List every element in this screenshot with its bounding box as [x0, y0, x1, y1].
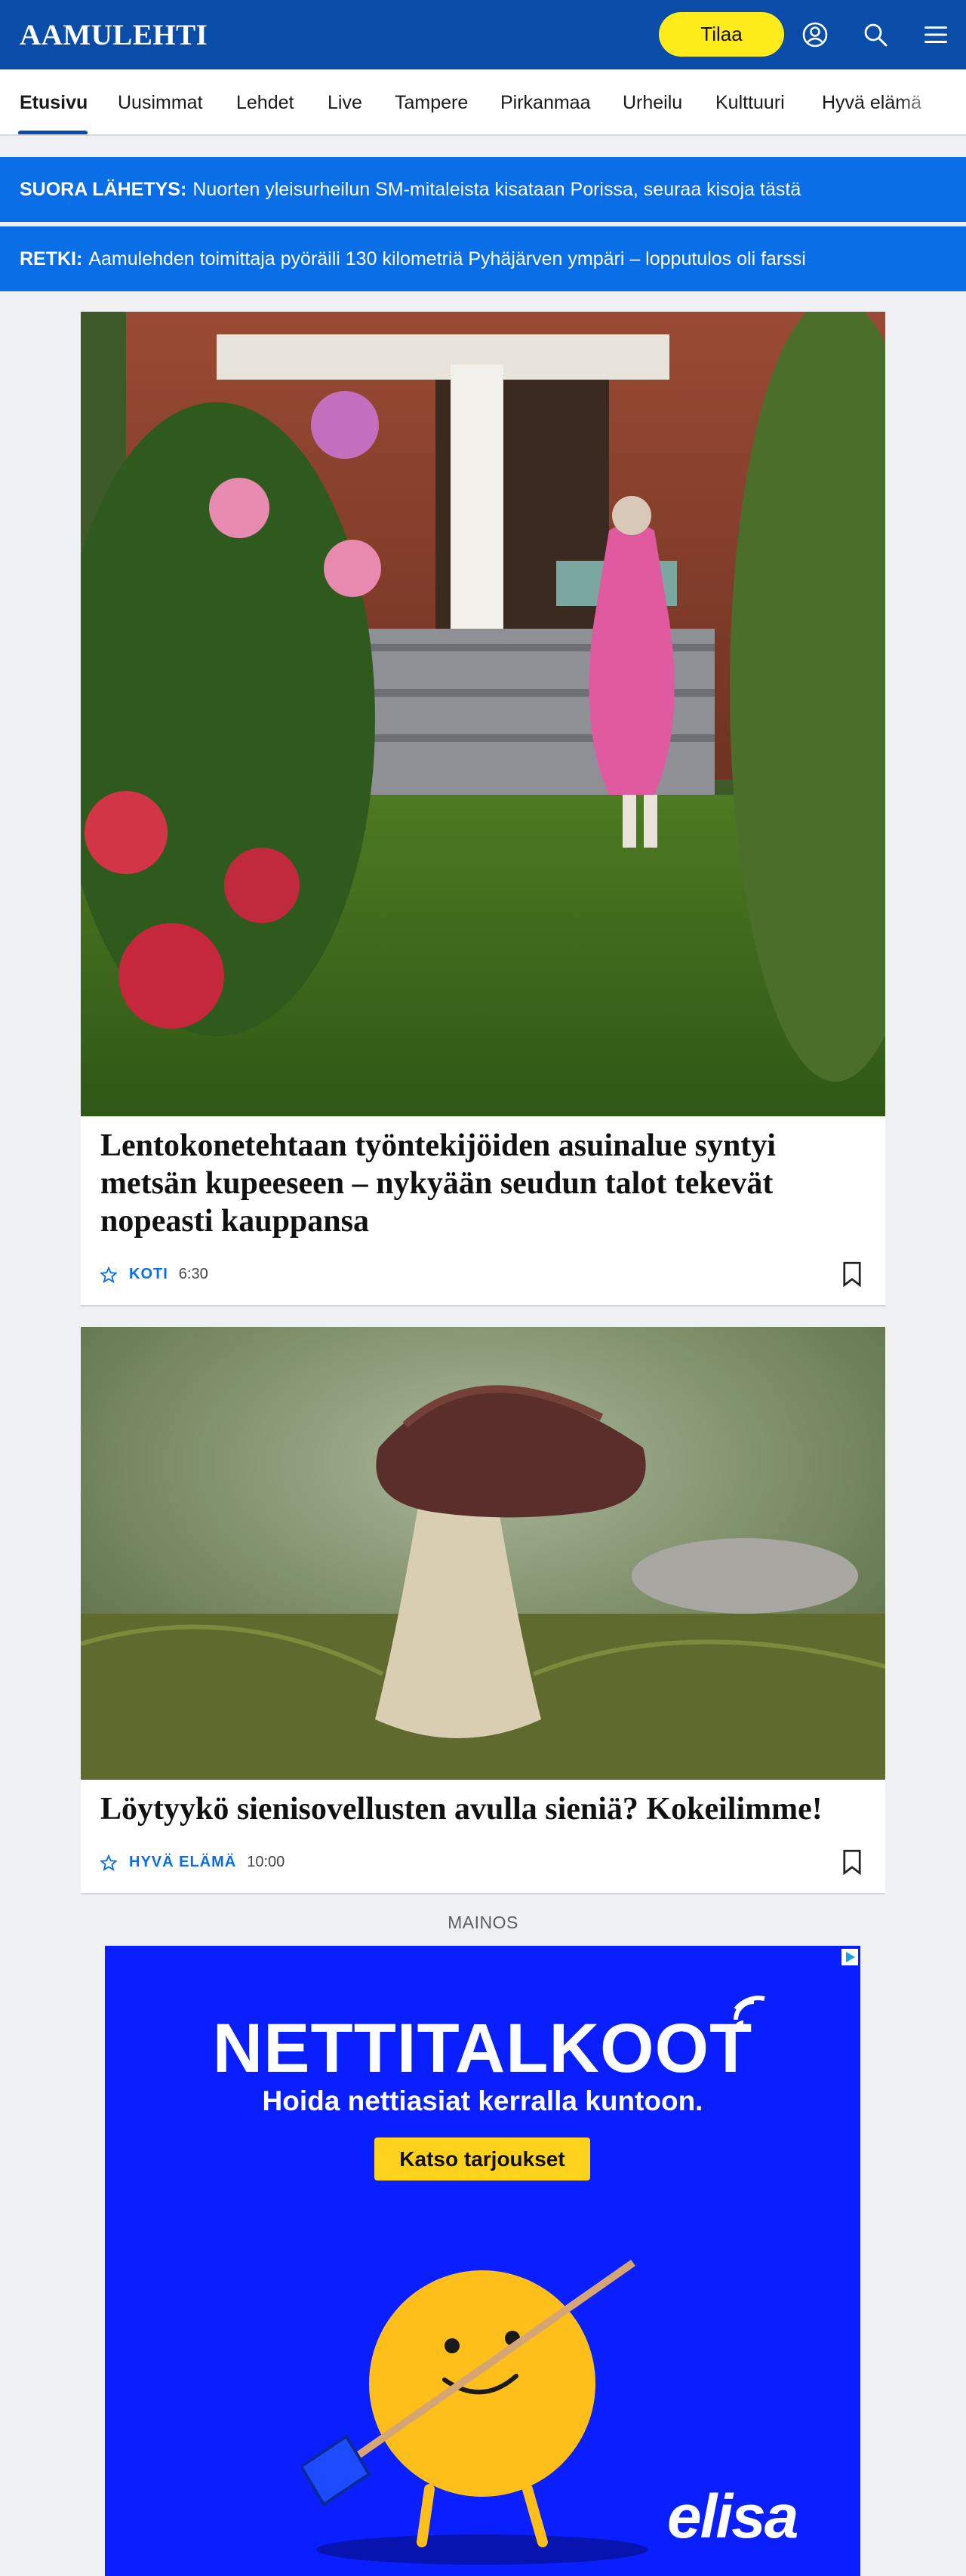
article-meta: KOTI 6:30 [100, 1266, 208, 1283]
advertisement[interactable]: NETTITALKOOT Hoida nettiasiat kerralla k… [105, 1946, 860, 2576]
ad-cta-button[interactable]: Katso tarjoukset [374, 2137, 590, 2181]
subscribe-button[interactable]: Tilaa [659, 12, 784, 57]
article-image[interactable] [81, 312, 885, 1116]
adchoices-icon[interactable] [841, 1949, 858, 1965]
star-icon[interactable] [100, 1854, 117, 1871]
nav-item-pirkanmaa[interactable]: Pirkanmaa [500, 92, 591, 114]
article-category[interactable]: KOTI [129, 1266, 168, 1283]
site-logo[interactable]: AAMULEHTI [20, 18, 208, 52]
bookmark-icon[interactable] [841, 1849, 863, 1875]
nav-item-lehdet[interactable]: Lehdet [236, 92, 294, 114]
nav-item-urheilu[interactable]: Urheilu [623, 92, 682, 114]
article-category[interactable]: HYVÄ ELÄMÄ [129, 1854, 236, 1871]
user-icon[interactable] [797, 17, 833, 53]
nav-item-kulttuuri[interactable]: Kulttuuri [715, 92, 785, 114]
bookmark-icon[interactable] [841, 1261, 863, 1287]
nav-fade [898, 69, 966, 134]
nav-item-live[interactable]: Live [328, 92, 362, 114]
section-nav: Etusivu Uusimmat Lehdet Live Tampere Pir… [0, 69, 966, 136]
article-image[interactable] [81, 1327, 885, 1780]
nav-active-indicator [18, 131, 88, 134]
banner-text: Nuorten yleisurheilun SM-mitaleista kisa… [192, 178, 801, 200]
article-time: 10:00 [247, 1854, 285, 1870]
ad-label: MAINOS [448, 1913, 518, 1932]
article-time: 6:30 [178, 1266, 208, 1282]
nav-item-tampere[interactable]: Tampere [395, 92, 468, 114]
ad-subtitle: Hoida nettiasiat kerralla kuntoon. [262, 2085, 703, 2116]
retki-banner[interactable]: RETKI: Aamulehden toimittaja pyöräili 13… [0, 226, 966, 291]
mascot-illustration [301, 2259, 648, 2565]
nav-item-uusimmat[interactable]: Uusimmat [118, 92, 203, 114]
search-icon[interactable] [857, 17, 894, 53]
banner-prefix: SUORA LÄHETYS: [20, 178, 187, 200]
star-icon[interactable] [100, 1266, 117, 1283]
article-card[interactable]: Löytyykö sienisovellusten avulla sieniä?… [81, 1327, 885, 1894]
article-meta: HYVÄ ELÄMÄ 10:00 [100, 1854, 285, 1871]
article-title[interactable]: Löytyykö sienisovellusten avulla sieniä?… [100, 1790, 863, 1828]
top-header: AAMULEHTI Tilaa [0, 0, 966, 69]
wifi-icon [734, 1996, 765, 2031]
ad-brand-logo: elisa [667, 2482, 798, 2551]
nav-item-etusivu[interactable]: Etusivu [20, 92, 88, 114]
article-title[interactable]: Lentokonetehtaan työntekijöiden asuinalu… [100, 1127, 863, 1240]
article-card[interactable]: Lentokonetehtaan työntekijöiden asuinalu… [81, 312, 885, 1306]
banner-prefix: RETKI: [20, 248, 83, 269]
menu-icon[interactable] [918, 17, 954, 53]
live-banner[interactable]: SUORA LÄHETYS: Nuorten yleisurheilun SM-… [0, 157, 966, 222]
banner-text: Aamulehden toimittaja pyöräili 130 kilom… [88, 248, 806, 269]
